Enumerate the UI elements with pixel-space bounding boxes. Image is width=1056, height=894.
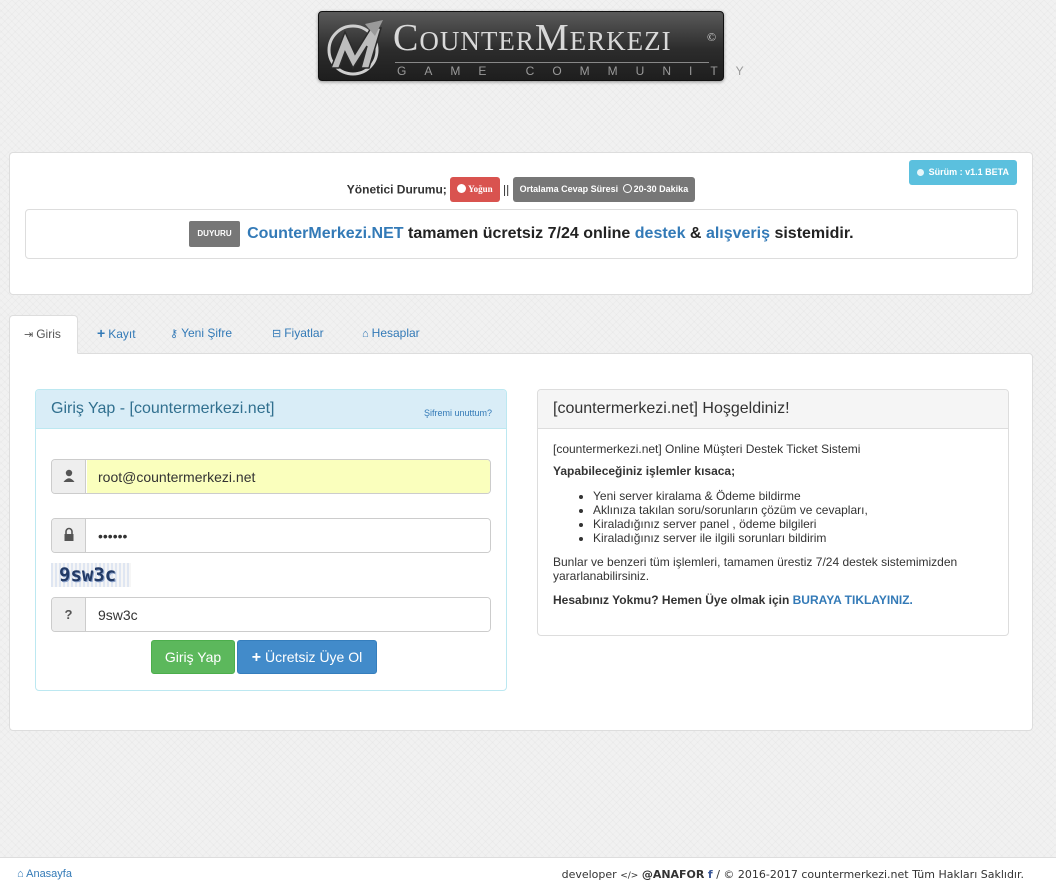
tab-hesaplar[interactable]: ⌂ Hesaplar — [347, 315, 435, 354]
home-link-label: Anasayfa — [26, 868, 72, 880]
tab-kayit[interactable]: + Kayıt — [82, 315, 151, 354]
footer: ⌂ Anasayfa developer </> @ANAFOR f / © 2… — [0, 857, 1056, 894]
email-field[interactable] — [87, 460, 490, 493]
captcha-input-group: ? — [51, 597, 491, 632]
clock-icon — [622, 184, 632, 193]
response-time-value: 20-30 Dakika — [633, 184, 689, 194]
tab-label: Kayıt — [108, 327, 136, 341]
captcha-image: 9sw3c — [51, 563, 131, 587]
login-title: Giriş Yap - [countermerkezi.net] — [51, 400, 275, 417]
tab-label: Yeni Şifre — [181, 326, 232, 340]
tab-label: Giris — [36, 327, 61, 341]
list-item: Kiraladığınız server panel , ödeme bilgi… — [593, 517, 993, 531]
tab-label: Hesaplar — [371, 326, 420, 340]
welcome-body: [countermerkezi.net] Online Müşteri Dest… — [553, 442, 993, 607]
login-button[interactable]: Giriş Yap — [151, 640, 235, 674]
key-icon: ⚷ — [170, 328, 179, 340]
welcome-panel: [countermerkezi.net] Hoşgeldiniz! [count… — [537, 389, 1009, 636]
announcement-shop-link[interactable]: alışveriş — [706, 225, 770, 242]
announcement-support-link[interactable]: destek — [635, 225, 686, 242]
response-time-label: Ortalama Cevap Süresi — [519, 184, 619, 194]
bank-icon: ⌂ — [362, 328, 369, 340]
password-input-group — [51, 518, 491, 553]
logo-emblem-icon — [327, 20, 383, 76]
code-icon: </> — [620, 871, 639, 881]
basket-icon: ⊟ — [272, 328, 282, 340]
welcome-title: [countermerkezi.net] Hoşgeldiniz! — [538, 390, 1008, 429]
info-icon — [917, 169, 925, 176]
welcome-description: Bunlar ve benzeri tüm işlemleri, tamamen… — [553, 555, 958, 583]
minus-circle-icon — [457, 184, 467, 193]
status-separator: || — [503, 182, 510, 197]
login-tab-content: Giriş Yap - [countermerkezi.net] Şifremi… — [9, 353, 1033, 731]
facebook-icon[interactable]: f — [708, 868, 713, 881]
logo-divider — [395, 62, 709, 63]
email-input-group — [51, 459, 491, 494]
register-button-label: Ücretsiz Üye Ol — [265, 649, 363, 665]
tab-fiyatlar[interactable]: ⊟ Fiyatlar — [257, 315, 339, 354]
admin-busy-text: Yoğun — [468, 184, 493, 194]
welcome-cta-text: Hesabınız Yokmu? Hemen Üye olmak için — [553, 593, 790, 607]
list-item: Kiraladığınız server ile ilgili sorunlar… — [593, 531, 993, 545]
password-field[interactable] — [87, 519, 490, 552]
tab-label: Fiyatlar — [284, 326, 324, 340]
logo-copyright: © — [707, 30, 717, 44]
login-panel-heading: Giriş Yap - [countermerkezi.net] Şifremi… — [36, 390, 506, 429]
register-button[interactable]: + Ücretsiz Üye Ol — [237, 640, 377, 674]
copyright-text: / © 2016-2017 countermerkezi.net Tüm Hak… — [716, 868, 1024, 881]
forgot-password-link[interactable]: Şifremi unuttum? — [424, 408, 492, 418]
welcome-subtitle: Yapabileceğiniz işlemler kısaca; — [553, 464, 736, 478]
tab-yeni-sifre[interactable]: ⚷ Yeni Şifre — [155, 315, 247, 354]
admin-busy-badge: Yoğun — [450, 177, 500, 202]
announcement-label: DUYURU — [189, 221, 240, 247]
sign-in-icon: ⇥ — [24, 329, 34, 341]
announcement-site-link[interactable]: CounterMerkezi.NET — [247, 225, 403, 242]
footer-credits: developer </> @ANAFOR f / © 2016-2017 co… — [562, 868, 1024, 881]
version-text: Sürüm : v1.1 BETA — [928, 167, 1009, 177]
announcement-text-2: sistemidir. — [774, 225, 854, 242]
list-item: Yeni server kiralama & Ödeme bildirme — [593, 489, 993, 503]
welcome-cta: Hesabınız Yokmu? Hemen Üye olmak için BU… — [553, 593, 993, 607]
developer-label: developer — [561, 868, 617, 881]
site-logo: CounterMerkezi © GAME COMMUNITY — [318, 11, 762, 81]
author-link[interactable]: @ANAFOR — [642, 868, 705, 881]
captcha-field[interactable] — [87, 598, 490, 631]
list-item: Aklınıza takılan soru/sorunların çözüm v… — [593, 503, 993, 517]
feature-list: Yeni server kiralama & Ödeme bildirme Ak… — [553, 489, 993, 545]
user-icon — [52, 460, 86, 493]
login-panel: Giriş Yap - [countermerkezi.net] Şifremi… — [35, 389, 507, 691]
register-here-link[interactable]: BURAYA TIKLAYINIZ. — [793, 593, 913, 607]
question-icon: ? — [52, 598, 86, 631]
status-panel: Sürüm : v1.1 BETA Yönetici Durumu; Yoğun… — [9, 152, 1033, 295]
plus-icon: + — [251, 649, 262, 666]
welcome-intro: [countermerkezi.net] Online Müşteri Dest… — [553, 442, 861, 456]
admin-status-label: Yönetici Durumu; — [346, 182, 447, 197]
logo-subtitle: GAME COMMUNITY — [397, 64, 762, 78]
announcement-ampersand: & — [689, 225, 702, 242]
plus-icon: + — [97, 325, 106, 341]
admin-status-line: Yönetici Durumu; Yoğun || Ortalama Cevap… — [10, 177, 1032, 202]
lock-icon — [52, 519, 86, 552]
tab-giris[interactable]: ⇥ Giris — [9, 315, 78, 354]
logo-title: CounterMerkezi — [393, 17, 672, 59]
home-link[interactable]: ⌂ Anasayfa — [17, 868, 72, 880]
announcement-box: DUYURU CounterMerkezi.NET tamamen ücrets… — [25, 209, 1018, 259]
home-icon: ⌂ — [17, 868, 24, 880]
response-time-badge: Ortalama Cevap Süresi 20-30 Dakika — [512, 177, 696, 202]
announcement-text-1: tamamen ücretsiz 7/24 online — [408, 225, 631, 242]
